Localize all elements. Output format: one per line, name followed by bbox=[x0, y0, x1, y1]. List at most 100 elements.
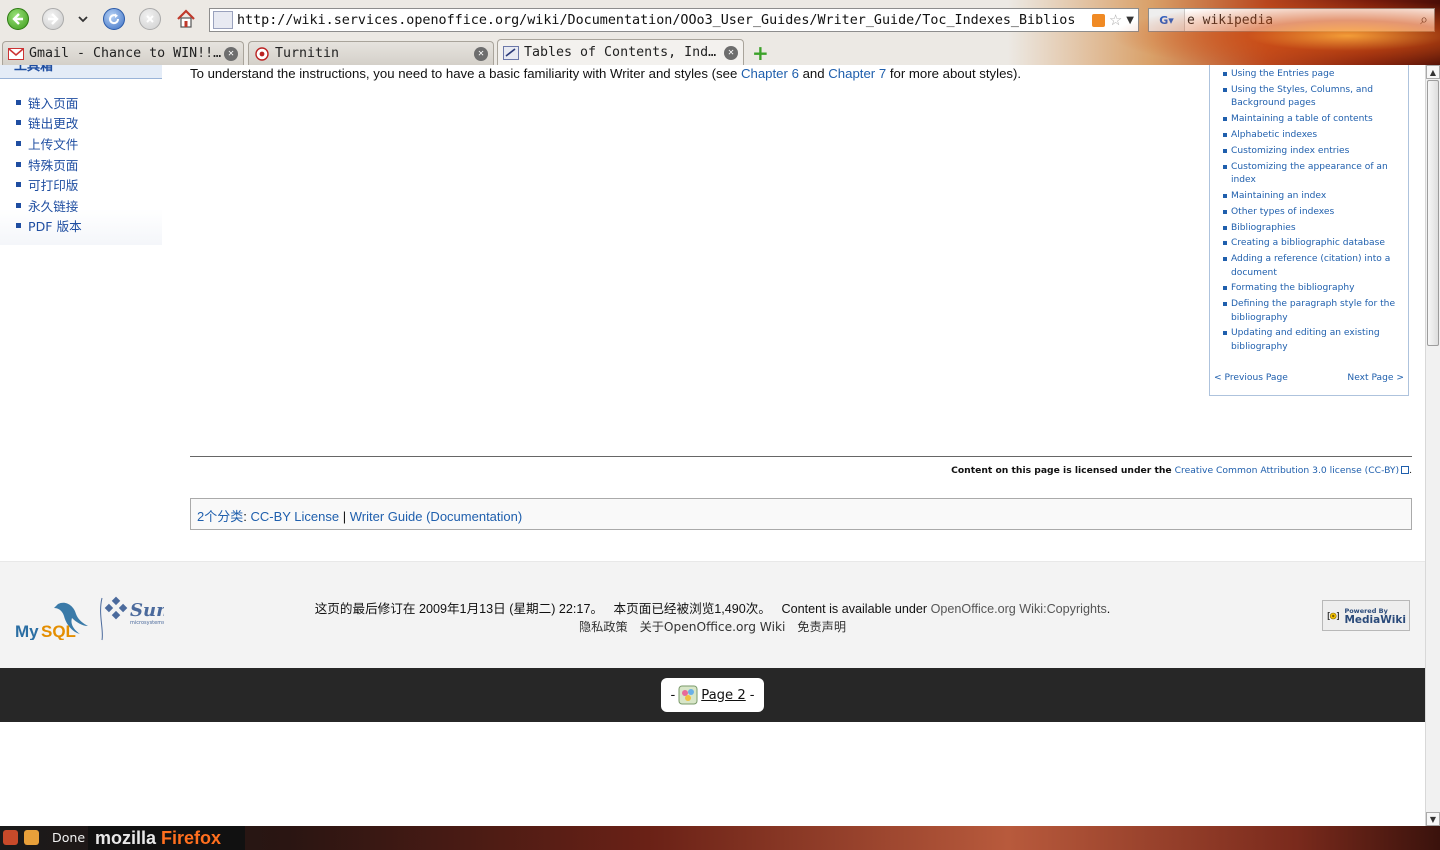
intro-paragraph: To understand the instructions, you need… bbox=[190, 66, 1021, 81]
gmail-icon bbox=[8, 47, 24, 60]
sidebar-item-upload-file[interactable]: 上传文件 bbox=[16, 133, 82, 154]
mediawiki-text: MediaWiki bbox=[1344, 613, 1406, 626]
page-footer: My SQL Sun microsystems 这页的最后修订在 2009年1月… bbox=[0, 561, 1425, 668]
powered-by-mediawiki-badge[interactable]: [ ] Powered By MediaWiki bbox=[1322, 600, 1410, 631]
category-link-writer-guide[interactable]: Writer Guide (Documentation) bbox=[350, 509, 522, 524]
stop-button[interactable] bbox=[139, 8, 161, 30]
content-available-end: . bbox=[1106, 602, 1111, 616]
scrollbar-thumb[interactable] bbox=[1427, 80, 1439, 346]
toc-link[interactable]: Maintaining an index bbox=[1223, 190, 1405, 203]
chevron-down-icon bbox=[78, 16, 88, 23]
vertical-scrollbar[interactable]: ▲ ▼ bbox=[1425, 65, 1440, 826]
wiki-icon bbox=[503, 45, 519, 60]
sidebar-item-related-changes[interactable]: 链出更改 bbox=[16, 113, 82, 134]
close-icon[interactable]: ✕ bbox=[224, 46, 238, 61]
chapter-6-link[interactable]: Chapter 6 bbox=[741, 66, 799, 81]
sidebar-item-permanent-link[interactable]: 永久链接 bbox=[16, 195, 82, 216]
toc-link[interactable]: Creating a bibliographic database bbox=[1223, 237, 1405, 250]
external-link-icon bbox=[1401, 466, 1410, 474]
page-dash-right: - bbox=[749, 687, 755, 703]
category-separator: | bbox=[342, 509, 347, 524]
tab-strip: Gmail - Chance to WIN!!… ✕ Turnitin ✕ Ta… bbox=[0, 39, 1440, 65]
toc-link[interactable]: Maintaining a table of contents bbox=[1223, 113, 1405, 126]
sidebar-item-what-links-here[interactable]: 链入页面 bbox=[16, 92, 82, 113]
tab-label: Gmail - Chance to WIN!!… bbox=[29, 46, 222, 61]
page-2-link[interactable]: Page 2 bbox=[701, 688, 746, 703]
toc-link[interactable]: Customizing the appearance of an index bbox=[1223, 161, 1405, 187]
back-button[interactable] bbox=[7, 8, 29, 30]
tab-gmail[interactable]: Gmail - Chance to WIN!!… ✕ bbox=[2, 41, 244, 65]
page-icon bbox=[678, 685, 698, 705]
brand-mozilla: mozilla bbox=[95, 827, 157, 848]
license-text: Content on this page is licensed under t… bbox=[951, 465, 1172, 476]
license-notice: Content on this page is licensed under t… bbox=[951, 465, 1412, 476]
close-icon[interactable]: ✕ bbox=[724, 45, 738, 60]
toc-link[interactable]: Using the Styles, Columns, and Backgroun… bbox=[1223, 84, 1405, 110]
sidebar-item-printable-version[interactable]: 可打印版 bbox=[16, 174, 82, 195]
tab-turnitin[interactable]: Turnitin ✕ bbox=[248, 41, 494, 65]
sidebar-item-special-pages[interactable]: 特殊页面 bbox=[16, 154, 82, 175]
home-button[interactable] bbox=[175, 8, 197, 30]
about-link[interactable]: 关于OpenOffice.org Wiki bbox=[640, 620, 786, 634]
disclaimers-link[interactable]: 免责声明 bbox=[797, 620, 846, 634]
category-link-cc-by[interactable]: CC-BY License bbox=[250, 509, 339, 524]
scroll-up-arrow-icon[interactable]: ▲ bbox=[1426, 65, 1440, 79]
firebug-icon[interactable] bbox=[24, 830, 39, 845]
close-icon[interactable]: ✕ bbox=[474, 46, 488, 61]
page-indicator-bar: - Page 2 - bbox=[0, 668, 1425, 722]
scroll-down-arrow-icon[interactable]: ▼ bbox=[1426, 812, 1440, 826]
status-bar: Done mozilla Firefox bbox=[0, 826, 1440, 850]
brand-firefox: Firefox bbox=[161, 827, 222, 848]
toolbox-list: 链入页面 链出更改 上传文件 特殊页面 可打印版 永久链接 PDF 版本 bbox=[16, 92, 82, 236]
content-available-text: Content is available under bbox=[781, 602, 928, 616]
reload-button[interactable] bbox=[103, 8, 125, 30]
arrow-left-icon bbox=[12, 13, 23, 25]
toc-link[interactable]: Customizing index entries bbox=[1223, 145, 1405, 158]
stop-icon bbox=[146, 15, 154, 23]
categories-colon: : bbox=[243, 509, 247, 524]
toc-link[interactable]: Alphabetic indexes bbox=[1223, 129, 1405, 142]
reload-icon bbox=[109, 13, 120, 25]
toc-link[interactable]: Defining the paragraph style for the bib… bbox=[1223, 298, 1405, 324]
toc-link[interactable]: Other types of indexes bbox=[1223, 206, 1405, 219]
status-text: Done bbox=[52, 830, 86, 845]
toc-link[interactable]: Formating the bibliography bbox=[1223, 282, 1405, 295]
previous-page-link[interactable]: < Previous Page bbox=[1214, 373, 1288, 383]
mediawiki-flower-icon: [ ] bbox=[1326, 611, 1340, 621]
search-icon[interactable]: ⌕ bbox=[1414, 12, 1434, 28]
browser-toolbar: http://wiki.services.openoffice.org/wiki… bbox=[0, 0, 1440, 65]
search-input[interactable]: e wikipedia bbox=[1185, 13, 1414, 28]
bookmark-star-icon[interactable]: ☆ bbox=[1109, 11, 1122, 29]
toc-link[interactable]: Adding a reference (citation) into a doc… bbox=[1223, 253, 1405, 279]
history-dropdown-button[interactable] bbox=[75, 10, 91, 28]
next-page-link[interactable]: Next Page > bbox=[1347, 373, 1404, 383]
license-suffix: . bbox=[1409, 465, 1412, 476]
sidebar-item-pdf-version[interactable]: PDF 版本 bbox=[16, 216, 82, 237]
copyrights-link[interactable]: OpenOffice.org Wiki:Copyrights bbox=[931, 602, 1107, 616]
url-text[interactable]: http://wiki.services.openoffice.org/wiki… bbox=[237, 13, 1092, 28]
toolbox-sidebar: 工具箱 链入页面 链出更改 上传文件 特殊页面 可打印版 永久链接 PDF 版本 bbox=[0, 65, 162, 245]
tab-label: Tables of Contents, Ind… bbox=[524, 45, 717, 60]
forward-button[interactable] bbox=[42, 8, 64, 30]
rss-feed-icon[interactable] bbox=[1091, 13, 1105, 27]
categories-label-link[interactable]: 2个分类 bbox=[197, 509, 243, 524]
last-modified-text: 这页的最后修订在 2009年1月13日 (星期二) 22:17。 bbox=[314, 602, 604, 616]
google-icon[interactable]: G▾ bbox=[1149, 9, 1185, 31]
status-icons bbox=[3, 830, 39, 845]
mediawiki-label: Powered By MediaWiki bbox=[1344, 607, 1406, 625]
toc-link[interactable]: Using the Entries page bbox=[1223, 68, 1405, 81]
turnitin-icon bbox=[255, 46, 269, 61]
new-tab-button[interactable]: + bbox=[752, 41, 769, 65]
footer-info: 这页的最后修订在 2009年1月13日 (星期二) 22:17。 本页面已经被浏… bbox=[0, 598, 1425, 617]
toc-link[interactable]: Updating and editing an existing bibliog… bbox=[1223, 327, 1405, 353]
license-link[interactable]: Creative Common Attribution 3.0 license … bbox=[1175, 465, 1400, 476]
chapter-7-link[interactable]: Chapter 7 bbox=[828, 66, 886, 81]
url-bar[interactable]: http://wiki.services.openoffice.org/wiki… bbox=[209, 8, 1139, 32]
addon-icon[interactable] bbox=[3, 830, 18, 845]
search-bar[interactable]: G▾ e wikipedia ⌕ bbox=[1148, 8, 1435, 32]
tab-tables-of-contents[interactable]: Tables of Contents, Ind… ✕ bbox=[497, 39, 744, 65]
privacy-policy-link[interactable]: 隐私政策 bbox=[579, 620, 628, 634]
url-dropdown-icon[interactable]: ▼ bbox=[1126, 15, 1134, 26]
toc-link[interactable]: Bibliographies bbox=[1223, 222, 1405, 235]
arrow-right-icon bbox=[48, 13, 59, 25]
